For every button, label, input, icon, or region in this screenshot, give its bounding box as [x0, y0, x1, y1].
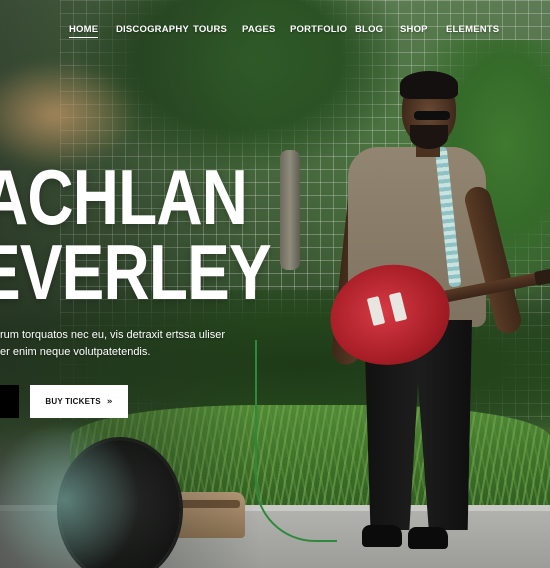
- hero-title-line-2: EVERLEY: [0, 228, 272, 316]
- musician-beard: [410, 125, 448, 149]
- buy-tickets-button[interactable]: BUY TICKETS »: [30, 385, 128, 418]
- double-chevron-right-icon: »: [106, 396, 113, 407]
- hero-section: HOME DISCOGRAPHY TOURS PAGES PORTFOLIO B…: [0, 0, 550, 568]
- shoe: [408, 527, 448, 549]
- tree-trunk: [280, 150, 300, 270]
- main-nav: HOME DISCOGRAPHY TOURS PAGES PORTFOLIO B…: [0, 24, 550, 44]
- guitar-headstock: [533, 268, 550, 286]
- nav-item-pages[interactable]: PAGES: [242, 24, 276, 35]
- musician-hair: [400, 71, 458, 99]
- foreground-blur: [0, 420, 140, 568]
- shoe: [362, 525, 402, 547]
- nav-item-tours[interactable]: TOURS: [193, 24, 227, 35]
- partial-dark-button[interactable]: [0, 385, 19, 418]
- nav-item-shop[interactable]: SHOP: [400, 24, 428, 35]
- nav-item-elements[interactable]: ELEMENTS: [446, 24, 499, 35]
- hero-subtitle-line-2: er enim neque volutpatetendis.: [0, 346, 151, 358]
- nav-item-portfolio[interactable]: PORTFOLIO: [290, 24, 347, 35]
- nav-item-blog[interactable]: BLOG: [355, 24, 383, 35]
- sunglasses: [414, 111, 450, 120]
- musician-photo: [319, 71, 550, 555]
- hero-title-line-1: ACHLAN: [0, 153, 248, 241]
- hero-subtitle-line-1: rum torquatos nec eu, vis detraxit ertss…: [0, 329, 225, 341]
- nav-item-discography[interactable]: DISCOGRAPHY: [116, 24, 189, 35]
- buy-tickets-label: BUY TICKETS: [45, 397, 101, 406]
- nav-item-home[interactable]: HOME: [69, 24, 99, 38]
- guitar-cable: [255, 340, 337, 542]
